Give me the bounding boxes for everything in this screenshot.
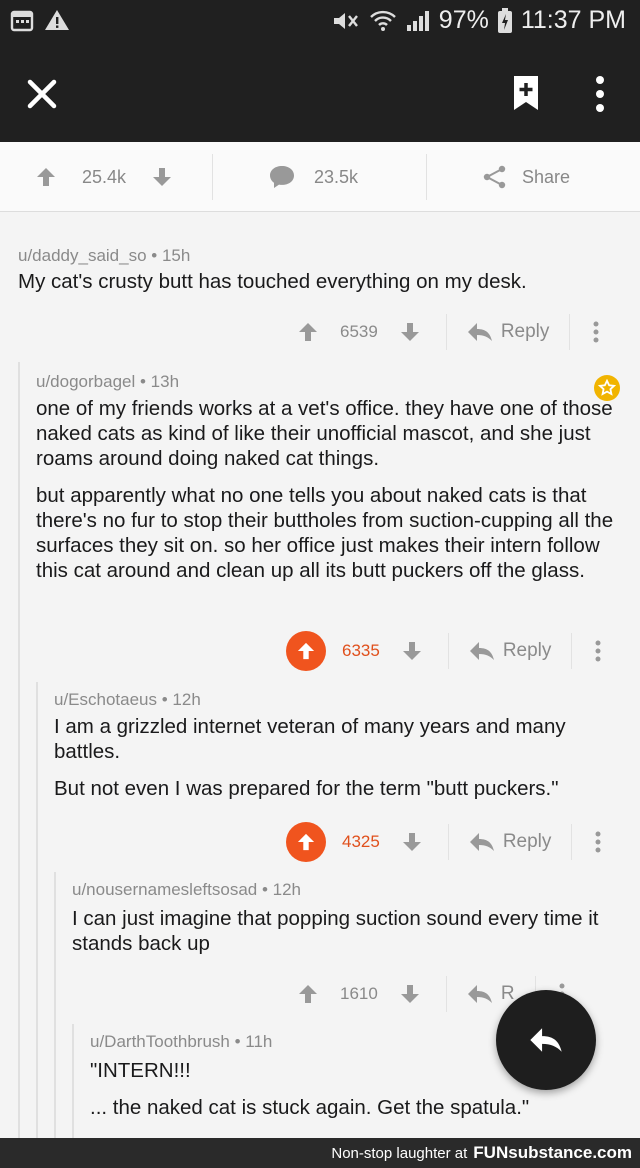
comment-text: I am a grizzled internet veteran of many… xyxy=(54,715,566,763)
comment-meta: u/daddy_said_so • 15h xyxy=(18,246,191,265)
reply-arrow-icon xyxy=(469,642,494,660)
comment-author[interactable]: u/nousernamesleftsosad xyxy=(72,880,257,899)
comment-score: 6335 xyxy=(342,641,380,660)
footer-brand: FUNsubstance.com xyxy=(473,1143,632,1162)
divider xyxy=(569,314,571,350)
share-icon xyxy=(483,165,506,189)
comment-body: My cat's crusty butt has touched everyth… xyxy=(18,269,618,306)
upvote-button[interactable] xyxy=(286,631,326,671)
reply-label: Reply xyxy=(500,321,550,342)
status-bar: 97% 11:37 PM xyxy=(0,0,640,44)
reply-button[interactable]: Reply xyxy=(469,640,552,662)
post-vote-count: 25.4k xyxy=(82,166,127,187)
post-comment-count: 23.5k xyxy=(314,166,359,187)
comment-text: one of my friends works at a vet's offic… xyxy=(36,397,613,470)
comment-age: 11h xyxy=(245,1032,273,1051)
more-vertical-icon[interactable] xyxy=(588,74,612,114)
comment-text: ... the naked cat is stuck again. Get th… xyxy=(90,1096,530,1119)
upvote-icon xyxy=(297,642,315,660)
comment-actions: 4325 Reply xyxy=(286,822,602,862)
divider xyxy=(447,824,449,860)
footer-tagline: Non-stop laughter at xyxy=(331,1144,468,1162)
upvote-icon[interactable] xyxy=(36,166,56,188)
divider xyxy=(212,154,213,200)
comment-meta: u/nousernamesleftsosad • 12h xyxy=(72,880,302,899)
comment-icon xyxy=(270,166,294,188)
more-vertical-icon[interactable] xyxy=(594,639,602,663)
thread-line xyxy=(72,1024,74,1138)
reply-fab-button[interactable] xyxy=(496,990,596,1090)
downvote-icon[interactable] xyxy=(402,831,422,853)
upvote-icon[interactable] xyxy=(298,321,318,343)
more-vertical-icon[interactable] xyxy=(594,830,602,854)
app-bar xyxy=(0,44,640,142)
comment-meta: u/Eschotaeus • 12h xyxy=(54,690,201,709)
comment-age: 12h xyxy=(172,690,201,709)
comment-actions: 6335 Reply xyxy=(286,631,602,671)
comment-age: 15h xyxy=(161,246,191,265)
reply-button[interactable]: R xyxy=(467,983,515,1005)
divider xyxy=(445,976,447,1012)
reply-button[interactable]: Reply xyxy=(467,321,550,343)
comment-text: My cat's crusty butt has touched everyth… xyxy=(18,270,527,293)
comment-body: I am a grizzled internet veteran of many… xyxy=(54,714,628,813)
comment-author[interactable]: u/DarthToothbrush xyxy=(90,1032,230,1051)
comment-age: 13h xyxy=(150,372,180,391)
reply-arrow-icon xyxy=(467,985,492,1003)
close-icon[interactable] xyxy=(22,74,62,114)
share-button[interactable]: Share xyxy=(482,142,570,212)
post-vote-group: 25.4k xyxy=(36,142,172,212)
reply-button[interactable]: Reply xyxy=(469,831,552,853)
thread-line xyxy=(18,362,20,1138)
reply-arrow-icon xyxy=(530,1028,562,1052)
thread-line xyxy=(36,682,38,1138)
bookmark-add-icon[interactable] xyxy=(512,74,540,112)
upvote-icon[interactable] xyxy=(298,983,318,1005)
comment-score: 6539 xyxy=(340,322,378,341)
reply-label: Reply xyxy=(502,831,552,852)
divider xyxy=(571,633,573,669)
share-label: Share xyxy=(522,166,571,187)
mute-icon xyxy=(333,12,358,29)
comment-author[interactable]: u/daddy_said_so xyxy=(18,246,147,265)
comment-meta: u/dogorbagel • 13h xyxy=(36,372,180,391)
battery-percent: 97% xyxy=(438,6,489,34)
signal-icon xyxy=(406,10,429,31)
post-action-bar: 25.4k 23.5k Share xyxy=(0,142,640,212)
downvote-icon[interactable] xyxy=(400,321,420,343)
comment-body: I can just imagine that popping suction … xyxy=(72,906,612,968)
wifi-icon xyxy=(369,10,396,31)
divider xyxy=(426,154,427,200)
battery-icon xyxy=(497,7,512,33)
divider xyxy=(571,824,573,860)
divider xyxy=(447,633,449,669)
comment-actions: 6539 Reply xyxy=(296,312,600,352)
comment-meta: u/DarthToothbrush • 11h xyxy=(90,1032,273,1051)
reply-label: Reply xyxy=(502,640,552,661)
thread-line xyxy=(54,872,56,1138)
warning-icon xyxy=(45,10,69,30)
comment-score: 1610 xyxy=(340,984,378,1003)
calendar-icon xyxy=(10,10,34,32)
upvote-icon xyxy=(297,833,315,851)
reply-arrow-icon xyxy=(469,833,494,851)
more-vertical-icon[interactable] xyxy=(592,320,600,344)
comment-score: 4325 xyxy=(342,832,380,851)
downvote-icon[interactable] xyxy=(402,640,422,662)
comment-body: one of my friends works at a vet's offic… xyxy=(36,396,628,595)
comment-age: 12h xyxy=(272,880,302,899)
comment-text: I can just imagine that popping suction … xyxy=(72,907,599,955)
watermark-footer: Non-stop laughter at FUNsubstance.com xyxy=(0,1138,640,1168)
post-comments-button[interactable]: 23.5k xyxy=(268,142,358,212)
reply-arrow-icon xyxy=(467,323,492,341)
upvote-button[interactable] xyxy=(286,822,326,862)
divider xyxy=(445,314,447,350)
downvote-icon[interactable] xyxy=(152,166,172,188)
comment-author[interactable]: u/Eschotaeus xyxy=(54,690,157,709)
downvote-icon[interactable] xyxy=(400,983,420,1005)
comment-author[interactable]: u/dogorbagel xyxy=(36,372,135,391)
clock: 11:37 PM xyxy=(520,6,626,34)
comment-text: But not even I was prepared for the term… xyxy=(54,777,559,800)
comment-text: but apparently what no one tells you abo… xyxy=(36,484,614,582)
